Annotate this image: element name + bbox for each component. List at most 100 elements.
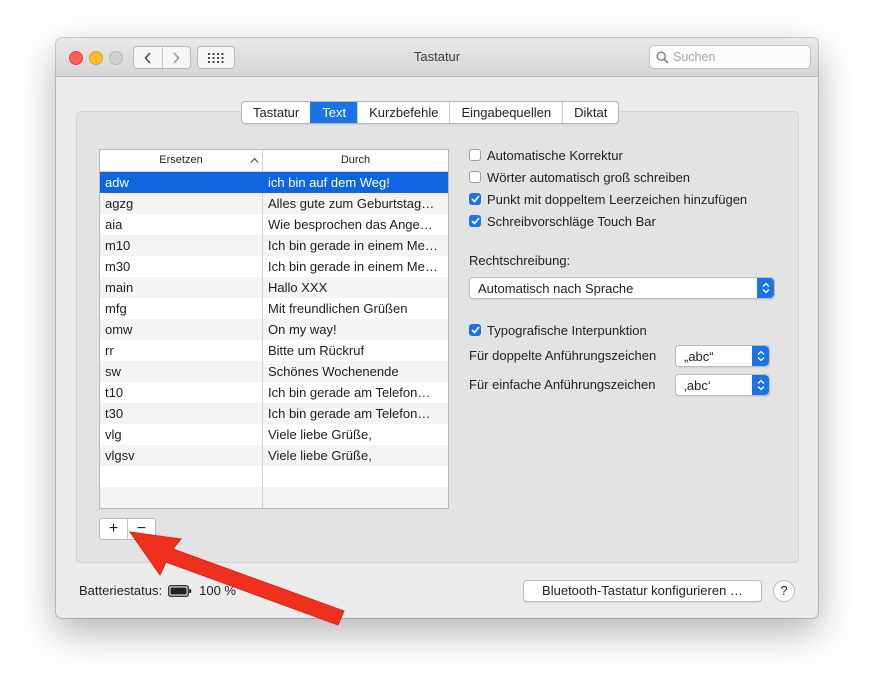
with-cell[interactable]: Alles gute zum Geburtstag…: [263, 193, 448, 214]
tab-diktat[interactable]: Diktat: [562, 102, 618, 123]
capitalize-label: Wörter automatisch groß schreiben: [487, 169, 691, 185]
touchbar-suggestions-label: Schreibvorschläge Touch Bar: [487, 213, 656, 229]
checkmark-icon: [470, 195, 480, 203]
battery-status: Batteriestatus: 100 %: [79, 583, 236, 598]
with-cell[interactable]: Ich bin gerade in einem Me…: [263, 235, 448, 256]
replace-cell[interactable]: vlgsv: [100, 445, 263, 466]
replace-cell[interactable]: vlg: [100, 424, 263, 445]
table-row[interactable]: m10 Ich bin gerade in einem Me…: [100, 235, 448, 256]
with-cell[interactable]: Viele liebe Grüße,: [263, 424, 448, 445]
double-space-period-box[interactable]: [469, 193, 481, 205]
replace-cell[interactable]: t10: [100, 382, 263, 403]
capitalize-box[interactable]: [469, 171, 481, 183]
popup-arrows-icon: [752, 346, 769, 366]
double-quotes-popup[interactable]: „abc“: [675, 345, 770, 367]
with-cell[interactable]: [263, 487, 448, 508]
replace-cell[interactable]: sw: [100, 361, 263, 382]
replace-cell[interactable]: omw: [100, 319, 263, 340]
replace-cell[interactable]: [100, 487, 263, 508]
empty-table-row: [100, 466, 448, 487]
with-cell[interactable]: Bitte um Rückruf: [263, 340, 448, 361]
bluetooth-keyboard-setup-button[interactable]: Bluetooth-Tastatur konfigurieren …: [523, 580, 762, 602]
column-header-replace[interactable]: Ersetzen: [100, 150, 263, 171]
table-row[interactable]: main Hallo XXX: [100, 277, 448, 298]
column-header-with[interactable]: Durch: [263, 150, 448, 171]
help-button[interactable]: ?: [773, 580, 795, 602]
table-row[interactable]: t30 Ich bin gerade am Telefon…: [100, 403, 448, 424]
with-cell[interactable]: On my way!: [263, 319, 448, 340]
table-row[interactable]: rr Bitte um Rückruf: [100, 340, 448, 361]
spelling-popup[interactable]: Automatisch nach Sprache: [469, 277, 775, 299]
touchbar-suggestions-box[interactable]: [469, 215, 481, 227]
popup-arrows-icon: [757, 278, 774, 298]
table-row[interactable]: t10 Ich bin gerade am Telefon…: [100, 382, 448, 403]
table-row[interactable]: agzg Alles gute zum Geburtstag…: [100, 193, 448, 214]
double-quotes-label: Für doppelte Anführungszeichen: [469, 348, 657, 363]
with-cell[interactable]: Viele liebe Grüße,: [263, 445, 448, 466]
add-remove-buttons: + −: [99, 518, 156, 540]
double-space-period-label: Punkt mit doppeltem Leerzeichen hinzufüg…: [487, 191, 748, 207]
single-quotes-value: ‚abc‘: [684, 377, 711, 393]
with-cell[interactable]: ich bin auf dem Weg!: [263, 172, 448, 193]
empty-table-row: [100, 487, 448, 508]
single-quotes-popup[interactable]: ‚abc‘: [675, 374, 770, 396]
autocorrect-label: Automatische Korrektur: [487, 147, 623, 163]
table-row[interactable]: mfg Mit freundlichen Grüßen: [100, 298, 448, 319]
text-replacement-table: Ersetzen Durch adw ich bin auf dem Weg! ag…: [99, 149, 449, 509]
table-row[interactable]: vlgsv Viele liebe Grüße,: [100, 445, 448, 466]
table-row[interactable]: omw On my way!: [100, 319, 448, 340]
replace-cell[interactable]: mfg: [100, 298, 263, 319]
search-placeholder: Suchen: [673, 50, 716, 64]
replace-cell[interactable]: [100, 466, 263, 487]
battery-label: Batteriestatus:: [79, 583, 163, 598]
add-entry-button[interactable]: +: [100, 519, 127, 539]
table-row[interactable]: vlg Viele liebe Grüße,: [100, 424, 448, 445]
replace-cell[interactable]: t30: [100, 403, 263, 424]
remove-entry-button[interactable]: −: [127, 519, 155, 539]
autocorrect-checkbox[interactable]: Automatische Korrektur: [469, 147, 623, 163]
with-cell[interactable]: [263, 466, 448, 487]
with-cell[interactable]: Ich bin gerade am Telefon…: [263, 382, 448, 403]
replace-cell[interactable]: agzg: [100, 193, 263, 214]
tab-tastatur[interactable]: Tastatur: [242, 102, 310, 123]
spelling-value: Automatisch nach Sprache: [478, 280, 634, 296]
checkmark-icon: [470, 217, 480, 225]
replace-cell[interactable]: m10: [100, 235, 263, 256]
battery-value: 100 %: [199, 583, 236, 598]
tab-text[interactable]: Text: [310, 102, 358, 123]
popup-arrows-icon: [752, 375, 769, 395]
replace-cell[interactable]: main: [100, 277, 263, 298]
double-quotes-value: „abc“: [684, 348, 714, 364]
tab-eingabequellen[interactable]: Eingabequellen: [449, 102, 562, 123]
with-cell[interactable]: Ich bin gerade am Telefon…: [263, 403, 448, 424]
table-row[interactable]: adw ich bin auf dem Weg!: [100, 172, 448, 193]
tab-kurzbefehle[interactable]: Kurzbefehle: [357, 102, 449, 123]
replace-cell[interactable]: m30: [100, 256, 263, 277]
tab-bar: Tastatur Text Kurzbefehle Eingabequellen…: [241, 101, 620, 124]
spelling-label: Rechtschreibung:: [469, 253, 571, 268]
with-cell[interactable]: Ich bin gerade in einem Me…: [263, 256, 448, 277]
table-row[interactable]: sw Schönes Wochenende: [100, 361, 448, 382]
replace-cell[interactable]: adw: [100, 172, 263, 193]
search-icon: [656, 51, 669, 64]
table-row[interactable]: m30 Ich bin gerade in einem Me…: [100, 256, 448, 277]
autocorrect-box[interactable]: [469, 149, 481, 161]
capitalize-checkbox[interactable]: Wörter automatisch groß schreiben: [469, 169, 690, 185]
replace-cell[interactable]: rr: [100, 340, 263, 361]
table-rows: adw ich bin auf dem Weg! agzg Alles gute zu…: [100, 172, 448, 508]
table-row[interactable]: aia Wie besprochen das Ange…: [100, 214, 448, 235]
replace-cell[interactable]: aia: [100, 214, 263, 235]
with-cell[interactable]: Schönes Wochenende: [263, 361, 448, 382]
touchbar-suggestions-checkbox[interactable]: Schreibvorschläge Touch Bar: [469, 213, 656, 229]
double-space-period-checkbox[interactable]: Punkt mit doppeltem Leerzeichen hinzufüg…: [469, 191, 747, 207]
search-field[interactable]: Suchen: [649, 45, 811, 69]
smart-quotes-checkbox[interactable]: Typografische Interpunktion: [469, 322, 647, 338]
smart-quotes-box[interactable]: [469, 324, 481, 336]
table-header: Ersetzen Durch: [100, 150, 448, 172]
with-cell[interactable]: Wie besprochen das Ange…: [263, 214, 448, 235]
checkmark-icon: [470, 326, 480, 334]
battery-icon: [168, 584, 192, 597]
title-bar: Tastatur Suchen: [56, 38, 818, 77]
with-cell[interactable]: Mit freundlichen Grüßen: [263, 298, 448, 319]
with-cell[interactable]: Hallo XXX: [263, 277, 448, 298]
